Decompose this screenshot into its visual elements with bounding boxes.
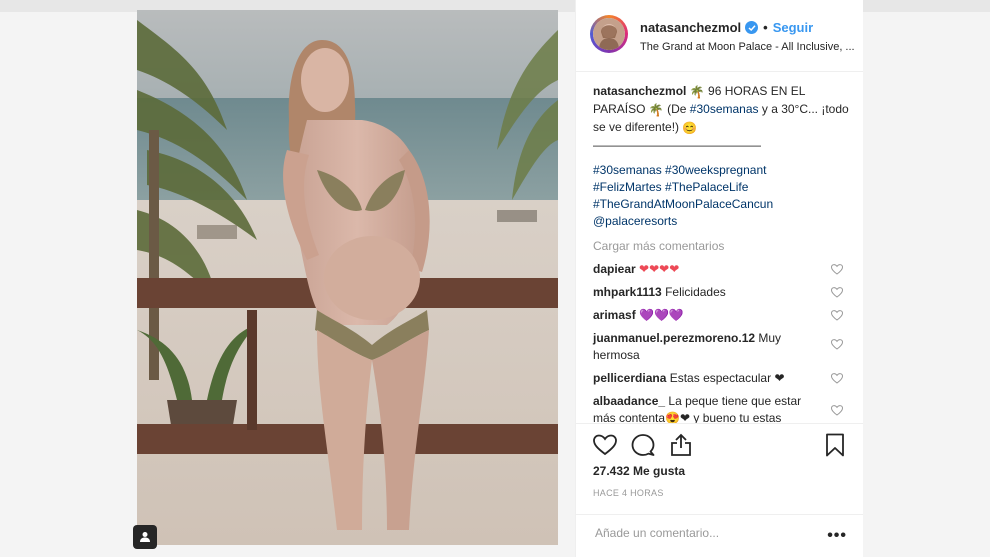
user-tag-icon[interactable] bbox=[133, 525, 157, 549]
like-comment-heart-icon[interactable] bbox=[831, 405, 843, 416]
comment-username[interactable]: juanmanuel.perezmoreno.12 bbox=[593, 331, 755, 345]
share-icon[interactable] bbox=[668, 432, 694, 458]
comments-list: natasanchezmol 🌴 96 HORAS EN EL PARAÍSO … bbox=[593, 83, 851, 432]
mention-link[interactable]: @palaceresorts bbox=[593, 213, 851, 230]
caption: natasanchezmol 🌴 96 HORAS EN EL PARAÍSO … bbox=[593, 83, 851, 154]
comment-username[interactable]: dapiear bbox=[593, 262, 636, 276]
bookmark-icon[interactable] bbox=[823, 432, 847, 458]
hashtag-line[interactable]: #30semanas #30weekspregnant bbox=[593, 162, 851, 179]
location-link[interactable]: The Grand at Moon Palace - All Inclusive… bbox=[640, 41, 858, 53]
hashtag-link[interactable]: #30semanas bbox=[690, 102, 759, 116]
comment-username[interactable]: albaadance_ bbox=[593, 394, 665, 408]
smile-emoji: 😊 bbox=[682, 121, 698, 135]
like-comment-heart-icon[interactable] bbox=[831, 373, 843, 384]
comment-item: mhpark1113 Felicidades bbox=[593, 284, 851, 301]
comment-item: juanmanuel.perezmoreno.12 Muy hermosa bbox=[593, 330, 851, 364]
comment-username[interactable]: arimasf bbox=[593, 308, 636, 322]
beach-photo-illustration bbox=[137, 10, 558, 545]
heart-icon[interactable] bbox=[592, 432, 618, 458]
comment-item: pellicerdiana Estas espectacular ❤ bbox=[593, 370, 851, 387]
hashtag-line[interactable]: #FelizMartes #ThePalaceLife bbox=[593, 179, 851, 196]
action-icons bbox=[592, 432, 694, 458]
post-photo[interactable] bbox=[137, 10, 558, 545]
palm-tree-emoji: 🌴 bbox=[689, 85, 705, 99]
comment-username[interactable]: pellicerdiana bbox=[593, 371, 666, 385]
like-comment-heart-icon[interactable] bbox=[831, 287, 843, 298]
post-timestamp: HACE 4 HORAS bbox=[593, 488, 664, 498]
avatar[interactable] bbox=[590, 15, 628, 53]
comment-text: 💜💜💜 bbox=[639, 308, 684, 322]
post-side-panel: natasanchezmol • Seguir The Grand at Moo… bbox=[575, 0, 863, 557]
hashtag-line[interactable]: #TheGrandAtMoonPalaceCancun bbox=[593, 196, 851, 213]
caption-divider: —————————————— bbox=[593, 138, 761, 152]
comment-username[interactable]: mhpark1113 bbox=[593, 285, 662, 299]
separator-dot: • bbox=[763, 20, 768, 35]
like-comment-heart-icon[interactable] bbox=[831, 310, 843, 321]
caption-username[interactable]: natasanchezmol bbox=[593, 84, 686, 98]
header-user-row: natasanchezmol • Seguir bbox=[640, 20, 813, 35]
palm-tree-emoji: 🌴 bbox=[648, 103, 664, 117]
comment-icon[interactable] bbox=[630, 432, 656, 458]
post-header: natasanchezmol • Seguir The Grand at Moo… bbox=[576, 0, 863, 72]
like-comment-heart-icon[interactable] bbox=[831, 264, 843, 275]
caption-hashtags: #30semanas #30weekspregnant #FelizMartes… bbox=[593, 162, 851, 230]
more-options-icon[interactable]: ••• bbox=[827, 527, 847, 545]
comment-item: dapiear ❤❤❤❤ bbox=[593, 261, 851, 278]
header-username[interactable]: natasanchezmol bbox=[640, 20, 741, 35]
post-actions: 27.432 Me gusta HACE 4 HORAS ••• bbox=[576, 423, 863, 544]
comment-item: arimasf 💜💜💜 bbox=[593, 307, 851, 324]
comment-input[interactable] bbox=[593, 523, 817, 543]
like-comment-heart-icon[interactable] bbox=[831, 339, 843, 350]
verified-badge-icon bbox=[745, 21, 759, 34]
comment-text: Felicidades bbox=[665, 285, 726, 299]
comment-text: ❤❤❤❤ bbox=[639, 262, 680, 276]
caption-text-2: (De bbox=[667, 102, 687, 116]
follow-button[interactable]: Seguir bbox=[773, 20, 813, 35]
comment-text: Estas espectacular ❤ bbox=[669, 371, 785, 385]
load-more-comments-button[interactable]: Cargar más comentarios bbox=[593, 238, 851, 255]
comment-box: ••• bbox=[576, 514, 863, 555]
avatar-image bbox=[593, 18, 625, 50]
likes-count[interactable]: 27.432 Me gusta bbox=[593, 464, 685, 478]
